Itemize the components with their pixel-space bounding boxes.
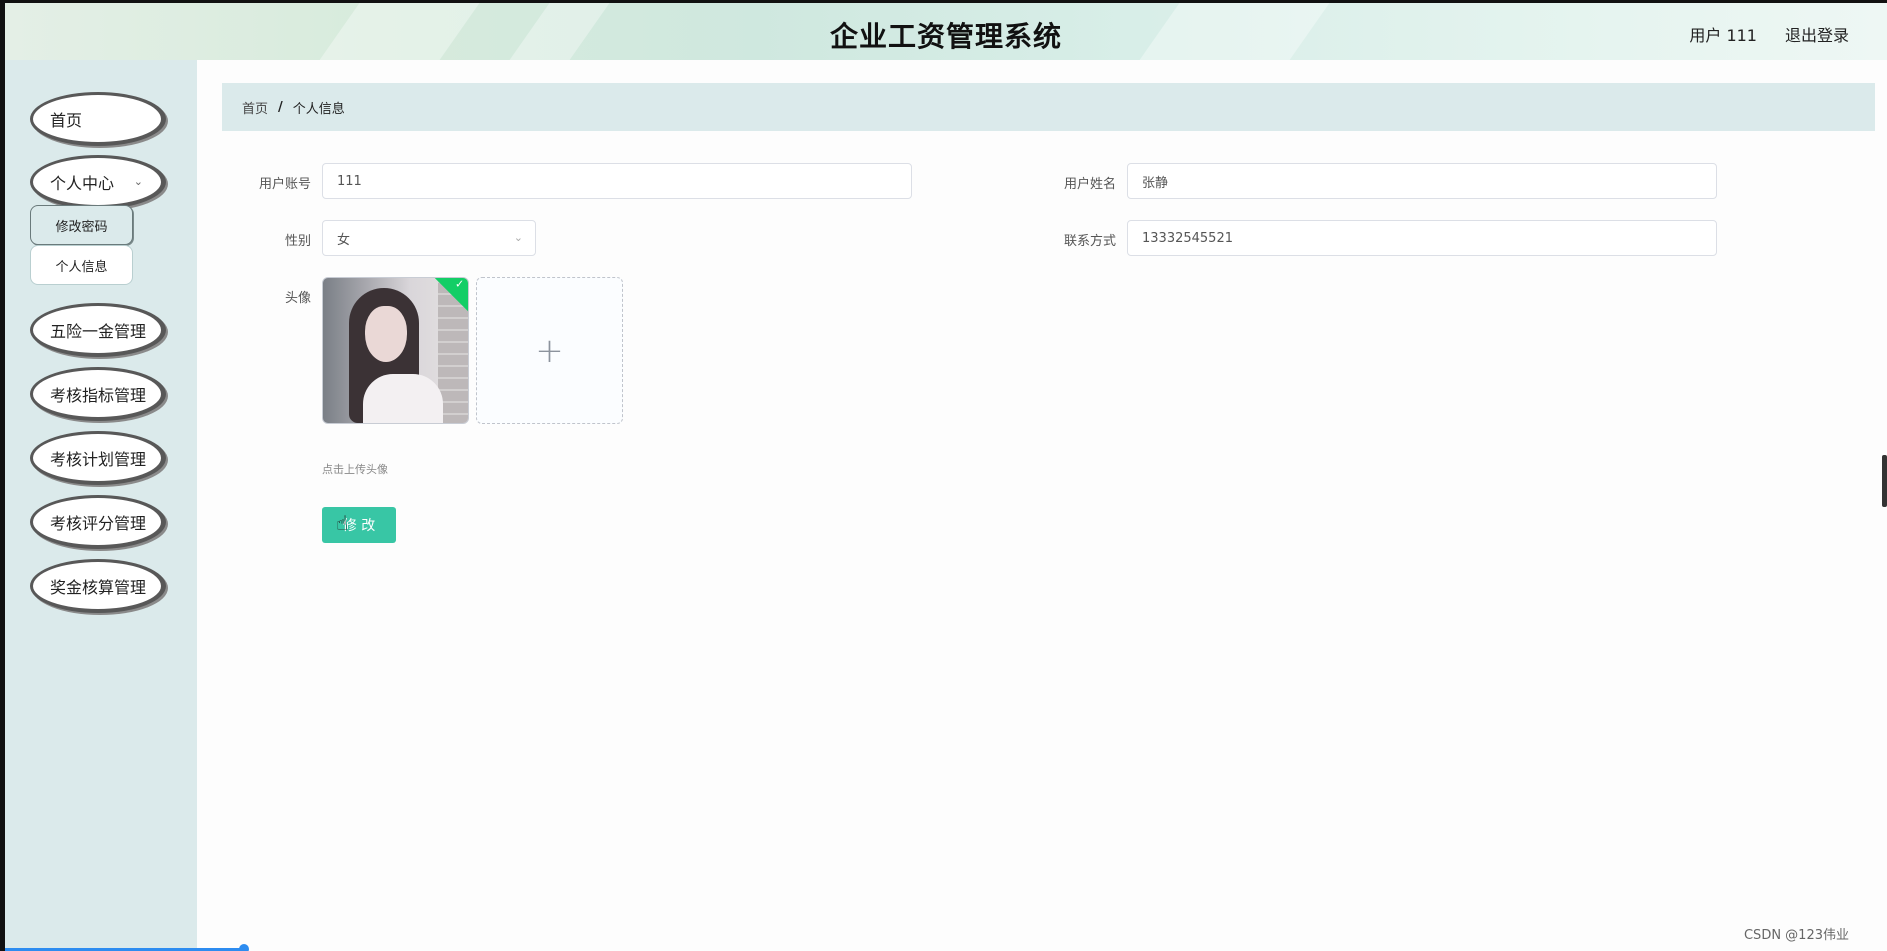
sidebar-item-personal-center[interactable]: 个人中心 ⌄ — [30, 155, 166, 209]
chevron-down-icon: ⌄ — [133, 175, 143, 188]
app-window: 企业工资管理系统 用户 111 退出登录 首页 个人中心 ⌄ 修改密码 个人信息… — [0, 0, 1887, 951]
breadcrumb: 首页 / 个人信息 — [222, 83, 1875, 131]
app-title: 企业工资管理系统 — [829, 20, 1062, 53]
sidebar-item-home[interactable]: 首页 — [30, 92, 166, 146]
sidebar-item-plan[interactable]: 考核计划管理 — [30, 431, 166, 485]
sidebar-item-label: 个人中心 — [50, 173, 115, 193]
name-field[interactable]: 张静 — [1127, 163, 1717, 199]
sidebar-subitem-label: 修改密码 — [55, 219, 108, 235]
check-icon: ✓ — [455, 277, 465, 291]
sidebar-item-label: 考核指标管理 — [50, 385, 147, 405]
phone-field[interactable]: 13332545521 — [1127, 220, 1717, 256]
hand-cursor-icon: ☝ — [336, 511, 349, 535]
sidebar-item-bonus[interactable]: 奖金核算管理 — [30, 559, 166, 613]
photo-face — [365, 306, 407, 362]
gender-label: 性别 — [284, 234, 311, 249]
sidebar-item-label: 五险一金管理 — [50, 321, 147, 341]
sidebar-item-label: 考核计划管理 — [50, 449, 147, 469]
plus-icon: + — [535, 330, 564, 371]
sidebar-item-kpi[interactable]: 考核指标管理 — [30, 367, 166, 421]
account-value: 111 — [337, 173, 362, 189]
sidebar-item-scoring[interactable]: 考核评分管理 — [30, 495, 166, 549]
name-value: 张静 — [1142, 175, 1169, 191]
breadcrumb-separator: / — [278, 99, 283, 115]
breadcrumb-current: 个人信息 — [292, 101, 345, 117]
sidebar-item-label: 考核评分管理 — [50, 513, 147, 533]
chevron-down-icon: ⌄ — [513, 231, 523, 244]
current-user-label: 用户 111 — [1689, 26, 1757, 45]
account-field[interactable]: 111 — [322, 163, 912, 199]
phone-value: 13332545521 — [1142, 230, 1233, 246]
account-label: 用户账号 — [258, 177, 311, 192]
phone-label: 联系方式 — [1063, 234, 1116, 249]
submit-button[interactable]: 修 改 — [322, 507, 396, 543]
top-header: 企业工资管理系统 用户 111 退出登录 — [5, 3, 1887, 60]
avatar-upload-button[interactable]: + — [476, 277, 623, 424]
avatar-label: 头像 — [284, 291, 311, 306]
avatar-image[interactable]: ✓ — [322, 277, 469, 424]
sidebar-item-insurance[interactable]: 五险一金管理 — [30, 303, 166, 357]
sidebar-subitem-personal-info[interactable]: 个人信息 — [30, 245, 133, 285]
sidebar-item-label: 首页 — [50, 110, 83, 130]
sidebar: 首页 个人中心 ⌄ 修改密码 个人信息 五险一金管理 考核指标管理 考核计划管理… — [5, 60, 197, 951]
photo-body — [363, 374, 443, 423]
sidebar-item-label: 奖金核算管理 — [50, 577, 147, 597]
sidebar-subitem-label: 个人信息 — [55, 259, 108, 275]
gender-select[interactable]: 女 ⌄ — [322, 220, 536, 256]
logout-link[interactable]: 退出登录 — [1785, 22, 1849, 46]
breadcrumb-home-link[interactable]: 首页 — [242, 98, 268, 117]
upload-tip: 点击上传头像 — [322, 463, 388, 476]
sidebar-subitem-change-password[interactable]: 修改密码 — [30, 205, 133, 245]
name-label: 用户姓名 — [1063, 177, 1116, 192]
watermark: CSDN @123伟业 — [1743, 928, 1849, 943]
progress-handle[interactable] — [239, 944, 249, 951]
vertical-scrollbar[interactable] — [1882, 455, 1887, 507]
gender-value: 女 — [337, 232, 351, 248]
